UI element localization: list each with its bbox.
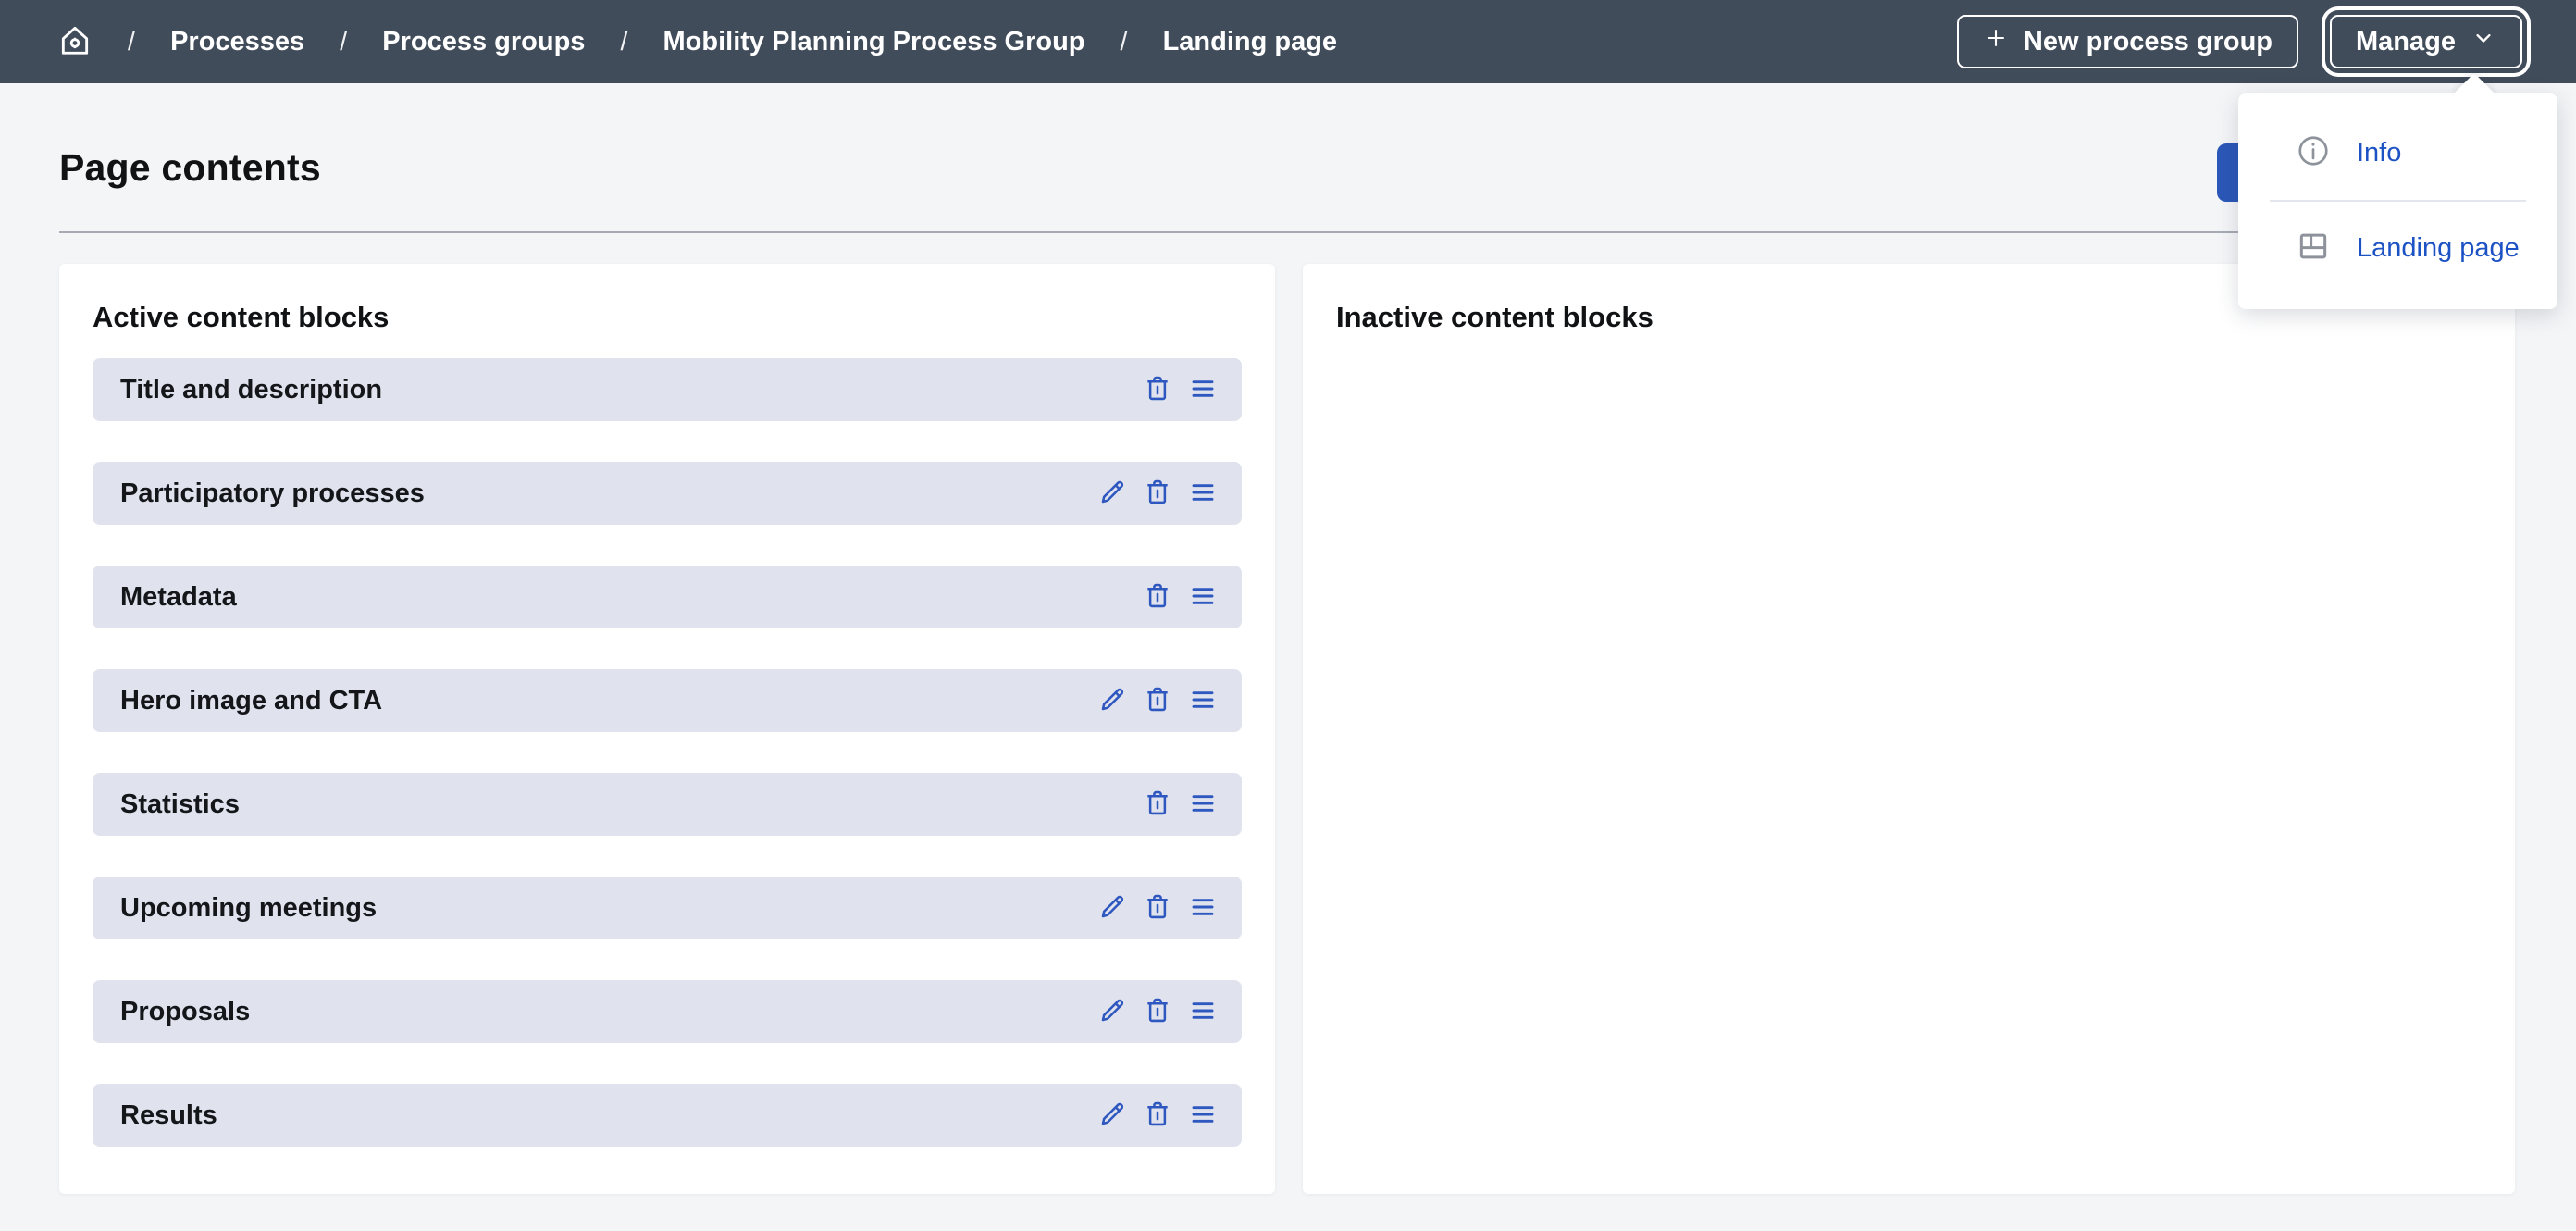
delete-button[interactable]	[1141, 995, 1174, 1028]
delete-button[interactable]	[1141, 373, 1174, 406]
breadcrumb-item[interactable]: Landing page	[1163, 27, 1338, 57]
drag-handle[interactable]	[1186, 477, 1220, 510]
delete-button[interactable]	[1141, 788, 1174, 821]
trash-icon	[1143, 685, 1172, 717]
active-blocks-list: Title and description Participatory proc…	[93, 358, 1242, 1147]
edit-button[interactable]	[1096, 995, 1129, 1028]
content-block-actions	[1096, 684, 1220, 717]
drag-handle-icon	[1188, 478, 1218, 510]
trash-icon	[1143, 478, 1172, 510]
trash-icon	[1143, 996, 1172, 1028]
breadcrumb-item[interactable]: Mobility Planning Process Group	[663, 27, 1085, 57]
content-block-label: Upcoming meetings	[120, 893, 377, 924]
content-block-row[interactable]: Metadata	[93, 566, 1242, 628]
breadcrumb-item[interactable]: Processes	[170, 27, 304, 57]
breadcrumb-separator: /	[1121, 27, 1128, 57]
drag-handle-icon	[1188, 1100, 1218, 1132]
trash-icon	[1143, 1100, 1172, 1132]
content-block-row[interactable]: Hero image and CTA	[93, 669, 1242, 732]
manage-button[interactable]: Manage	[2330, 15, 2522, 68]
content-block-actions	[1096, 1099, 1220, 1132]
active-blocks-heading: Active content blocks	[93, 301, 1242, 334]
plus-icon	[1983, 25, 2009, 58]
content-block-row[interactable]: Results	[93, 1084, 1242, 1147]
drag-handle[interactable]	[1186, 1099, 1220, 1132]
home-gear-icon	[57, 22, 93, 62]
content-block-label: Participatory processes	[120, 479, 425, 509]
delete-button[interactable]	[1141, 477, 1174, 510]
pencil-icon	[1097, 685, 1127, 717]
menu-item-info-label: Info	[2357, 138, 2401, 168]
inactive-content-blocks-panel: Inactive content blocks	[1303, 264, 2515, 1194]
delete-button[interactable]	[1141, 684, 1174, 717]
edit-button[interactable]	[1096, 477, 1129, 510]
breadcrumb-separator: /	[128, 27, 135, 57]
new-process-group-label: New process group	[2024, 27, 2273, 57]
pencil-icon	[1097, 478, 1127, 510]
info-circle-icon	[2296, 133, 2331, 173]
new-process-group-button[interactable]: New process group	[1957, 15, 2298, 68]
content-block-actions	[1096, 477, 1220, 510]
breadcrumb: / Processes / Process groups / Mobility Plann…	[57, 22, 1337, 62]
content-block-row[interactable]: Upcoming meetings	[93, 877, 1242, 939]
header-divider	[59, 231, 2517, 233]
breadcrumb-item[interactable]: Process groups	[382, 27, 585, 57]
manage-button-label: Manage	[2356, 27, 2456, 57]
menu-item-info[interactable]: Info	[2238, 106, 2557, 200]
drag-handle-icon	[1188, 581, 1218, 614]
chevron-down-icon	[2471, 25, 2496, 58]
content-block-label: Statistics	[120, 790, 240, 820]
pencil-icon	[1097, 1100, 1127, 1132]
drag-handle[interactable]	[1186, 373, 1220, 406]
content-block-actions	[1096, 995, 1220, 1028]
trash-icon	[1143, 892, 1172, 925]
content-block-label: Results	[120, 1100, 217, 1131]
drag-handle[interactable]	[1186, 788, 1220, 821]
page-title: Page contents	[59, 146, 321, 190]
menu-item-landing-page[interactable]: Landing page	[2238, 202, 2557, 295]
drag-handle-icon	[1188, 789, 1218, 821]
content-block-row[interactable]: Participatory processes	[93, 462, 1242, 525]
edit-button[interactable]	[1096, 891, 1129, 925]
edit-button[interactable]	[1096, 684, 1129, 717]
trash-icon	[1143, 374, 1172, 406]
content-block-label: Title and description	[120, 375, 382, 405]
drag-handle[interactable]	[1186, 995, 1220, 1028]
content-block-row[interactable]: Statistics	[93, 773, 1242, 836]
navbar-actions: New process group Manage	[1957, 15, 2522, 68]
layout-grid-icon	[2296, 229, 2331, 268]
drag-handle[interactable]	[1186, 684, 1220, 717]
manage-dropdown-menu: Info Landing page	[2238, 93, 2557, 309]
drag-handle[interactable]	[1186, 580, 1220, 614]
content-block-label: Metadata	[120, 582, 237, 613]
drag-handle-icon	[1188, 996, 1218, 1028]
trash-icon	[1143, 581, 1172, 614]
drag-handle-icon	[1188, 892, 1218, 925]
content-block-row[interactable]: Title and description	[93, 358, 1242, 421]
delete-button[interactable]	[1141, 1099, 1174, 1132]
breadcrumb-home[interactable]	[57, 22, 93, 62]
drag-handle-icon	[1188, 685, 1218, 717]
content-block-actions	[1141, 373, 1220, 406]
content-block-actions	[1096, 891, 1220, 925]
delete-button[interactable]	[1141, 891, 1174, 925]
drag-handle[interactable]	[1186, 891, 1220, 925]
menu-item-landing-page-label: Landing page	[2357, 233, 2520, 264]
content-block-row[interactable]: Proposals	[93, 980, 1242, 1043]
edit-button[interactable]	[1096, 1099, 1129, 1132]
active-content-blocks-panel: Active content blocks Title and descript…	[59, 264, 1275, 1194]
breadcrumb-separator: /	[340, 27, 347, 57]
content-block-actions	[1141, 580, 1220, 614]
content-block-label: Hero image and CTA	[120, 686, 382, 716]
content-block-actions	[1141, 788, 1220, 821]
trash-icon	[1143, 789, 1172, 821]
drag-handle-icon	[1188, 374, 1218, 406]
admin-navbar: / Processes / Process groups / Mobility Plann…	[0, 0, 2576, 83]
delete-button[interactable]	[1141, 580, 1174, 614]
content-block-label: Proposals	[120, 997, 250, 1027]
pencil-icon	[1097, 996, 1127, 1028]
pencil-icon	[1097, 892, 1127, 925]
breadcrumb-separator: /	[620, 27, 627, 57]
